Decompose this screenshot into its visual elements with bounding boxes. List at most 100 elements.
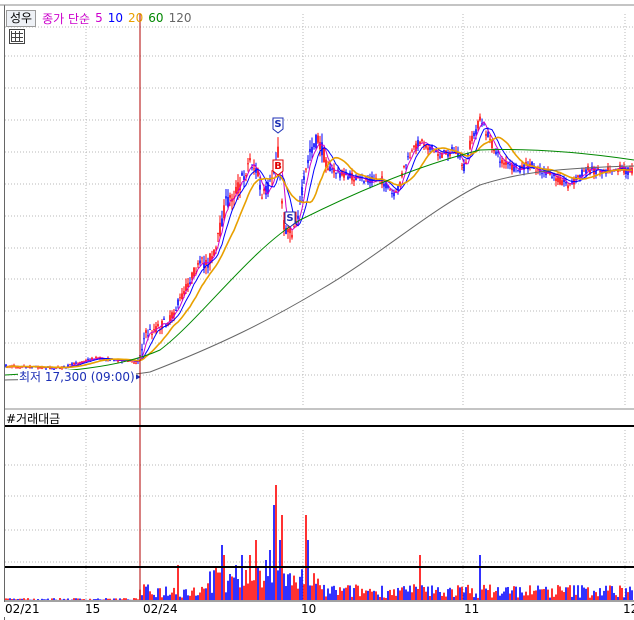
candle-body: [193, 267, 195, 277]
volume-bar: [573, 585, 575, 600]
volume-bar: [163, 595, 165, 600]
volume-bar: [267, 576, 269, 600]
volume-bar: [357, 585, 359, 600]
volume-bar: [89, 598, 91, 600]
candle-body: [217, 232, 219, 235]
candle-body: [71, 363, 73, 366]
candle-body: [281, 200, 283, 204]
volume-bar: [533, 590, 535, 600]
candle-body: [201, 257, 203, 259]
volume-bar: [547, 589, 549, 600]
candle-body: [409, 157, 411, 159]
volume-bar: [9, 598, 11, 600]
volume-bar: [193, 587, 195, 600]
volume-bar: [301, 569, 303, 600]
volume-bar: [347, 585, 349, 600]
candle-body: [311, 146, 313, 153]
volume-bar: [369, 588, 371, 600]
volume-bar: [465, 587, 467, 600]
volume-bar: [277, 570, 279, 600]
candle-body: [477, 120, 479, 129]
candle-body: [461, 165, 463, 167]
volume-bar: [587, 587, 589, 600]
candle-body: [95, 357, 97, 359]
volume-bar: [13, 598, 15, 600]
volume-bar: [581, 585, 583, 600]
volume-bar: [449, 587, 451, 600]
volume-bar: [355, 584, 357, 600]
volume-bar: [19, 598, 21, 600]
volume-bar: [99, 599, 101, 600]
volume-bar: [17, 598, 19, 600]
candle-body: [599, 171, 601, 173]
volume-bar: [445, 596, 447, 600]
volume-bar: [47, 598, 49, 600]
volume-bar: [339, 587, 341, 600]
volume-bar: [195, 595, 197, 600]
volume-bar: [205, 588, 207, 600]
ma-5-line: [5, 121, 633, 369]
candle-body: [489, 138, 491, 140]
volume-bar: [609, 585, 611, 600]
chart-legend: 성우 종가 단순 5 10 20 60 120: [6, 9, 196, 27]
candle-body: [313, 143, 315, 148]
volume-bar: [439, 591, 441, 600]
volume-bar: [207, 583, 209, 600]
volume-bar: [319, 585, 321, 600]
volume-bar: [253, 580, 255, 600]
volume-bar: [477, 597, 479, 600]
volume-bar: [225, 592, 227, 600]
volume-bar: [561, 590, 563, 600]
ma-10-label: 10: [107, 11, 123, 25]
volume-bar: [443, 592, 445, 600]
candle-body: [19, 367, 21, 369]
volume-bar: [467, 584, 469, 600]
volume-bar: [405, 589, 407, 600]
volume-bar: [27, 598, 29, 600]
volume-bar: [185, 589, 187, 600]
volume-bar: [503, 591, 505, 600]
volume-bar: [583, 587, 585, 600]
volume-bar: [593, 590, 595, 600]
candle-body: [303, 176, 305, 180]
volume-bar: [363, 593, 365, 600]
volume-bar: [135, 598, 137, 600]
volume-bar: [217, 572, 219, 600]
candle-body: [479, 116, 481, 121]
volume-bar: [75, 598, 77, 600]
volume-bar: [399, 590, 401, 600]
volume-bar: [211, 592, 213, 600]
volume-bar: [229, 574, 231, 600]
volume-bar: [629, 586, 631, 600]
volume-bar: [295, 582, 297, 600]
volume-bar: [455, 595, 457, 600]
candle-body: [191, 272, 193, 279]
volume-bar: [255, 540, 257, 600]
volume-bar: [415, 586, 417, 600]
stock-name-tab[interactable]: 성우: [6, 9, 37, 27]
volume-bar: [569, 585, 571, 600]
chart-frame: [0, 4, 634, 620]
grid-icon[interactable]: [9, 29, 25, 44]
volume-bar: [557, 585, 559, 600]
x-label-11: 11: [463, 602, 481, 617]
volume-bar: [335, 589, 337, 600]
volume-bar: [375, 591, 377, 600]
stock-chart[interactable]: S B S: [0, 0, 634, 620]
volume-bar: [433, 593, 435, 600]
candle-body: [335, 173, 337, 175]
volume-bar: [413, 584, 415, 600]
volume-bar: [469, 593, 471, 600]
volume-bar: [565, 587, 567, 600]
candle-body: [141, 348, 143, 351]
volume-panel-title: #거래대금: [6, 412, 61, 426]
volume-bar: [149, 591, 151, 600]
volume-bar: [161, 597, 163, 600]
volume-bar: [485, 588, 487, 600]
volume-bar: [237, 579, 239, 600]
volume-bar: [553, 596, 555, 600]
candle-body: [199, 260, 201, 264]
volume-bar: [387, 591, 389, 600]
volume-bar: [167, 595, 169, 600]
volume-bar: [383, 597, 385, 600]
